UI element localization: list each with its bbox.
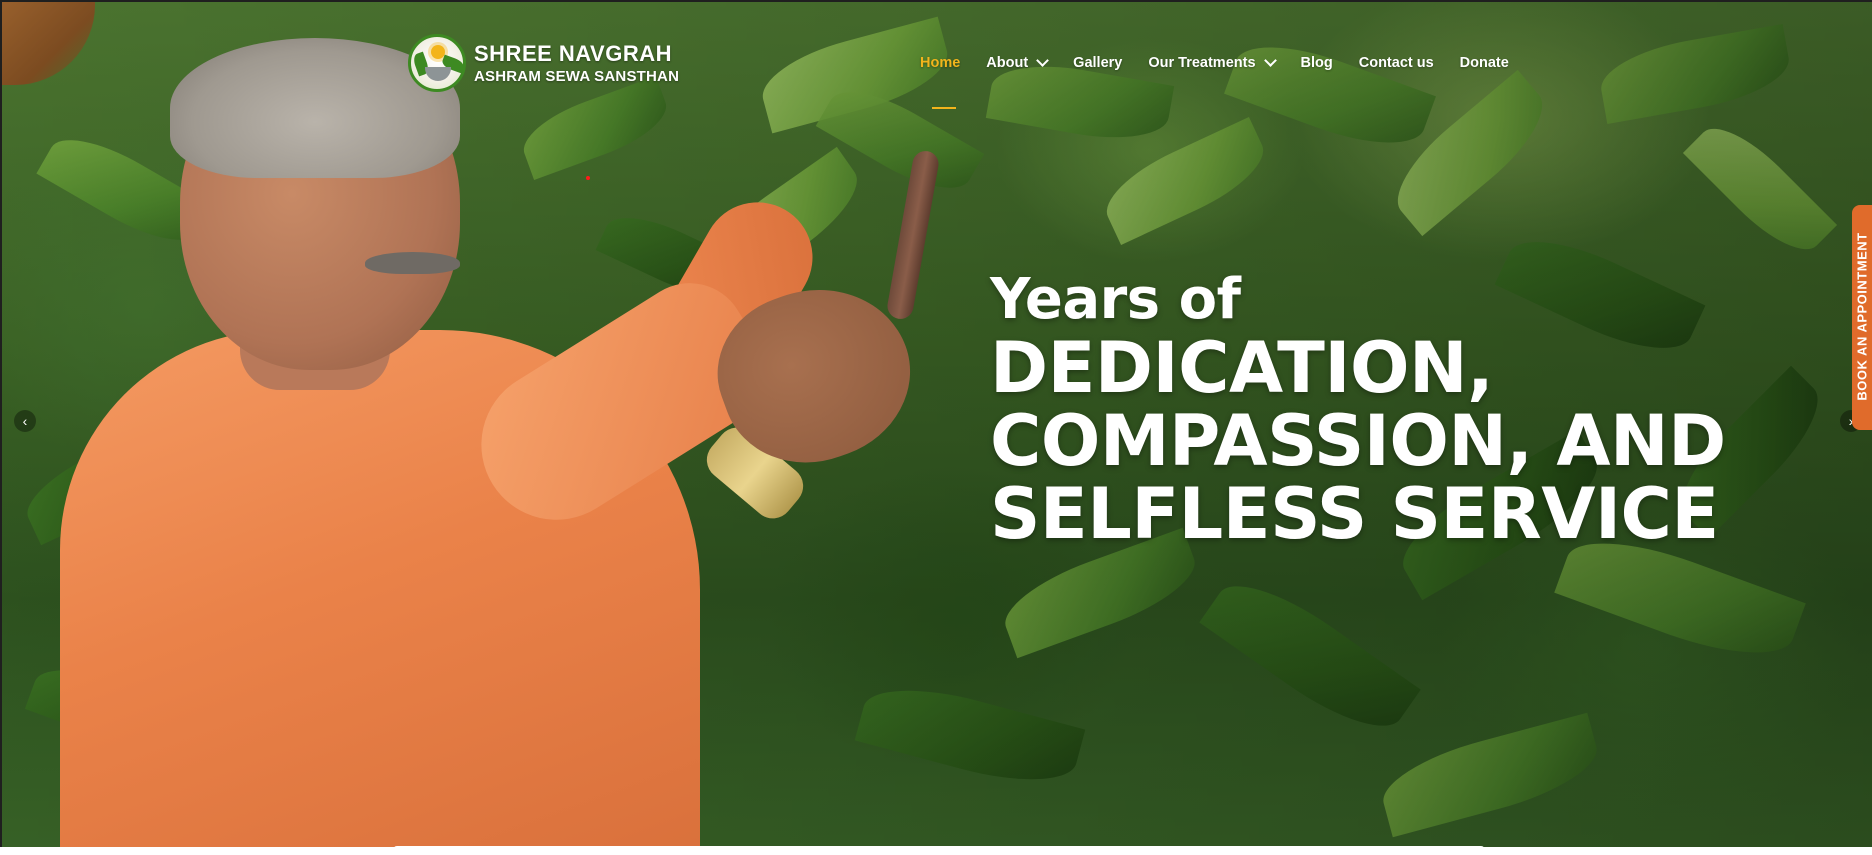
site-logo[interactable]: SHREE NAVGRAH ASHRAM SEWA SANSTHAN xyxy=(408,34,679,92)
frame-border-left xyxy=(0,0,2,855)
frame-border-top xyxy=(0,0,1872,2)
page: SHREE NAVGRAH ASHRAM SEWA SANSTHAN Home … xyxy=(0,0,1872,855)
nav-item-home[interactable]: Home xyxy=(920,55,961,109)
nav-item-label: Contact us xyxy=(1358,55,1434,71)
hero-heading-small: Years of xyxy=(990,267,1241,332)
nav-item-label: About xyxy=(986,55,1029,71)
nav-item-blog[interactable]: Blog xyxy=(1301,55,1333,71)
nav-item-label: Donate xyxy=(1459,55,1509,71)
hero-headline: Years of DEDICATION, COMPASSION, AND SEL… xyxy=(990,268,1726,551)
book-appointment-tab[interactable]: BOOK AN APPOINTMENT xyxy=(1852,205,1872,430)
chevron-left-icon: ‹ xyxy=(22,413,28,429)
nav-item-about[interactable]: About xyxy=(986,54,1050,71)
hero-heading-line1: DEDICATION, xyxy=(990,327,1494,409)
nav-item-our-treatments[interactable]: Our Treatments xyxy=(1148,54,1277,71)
content-card-top-edge xyxy=(393,846,1485,855)
nav-item-label: Home xyxy=(920,55,961,71)
logo-text: SHREE NAVGRAH ASHRAM SEWA SANSTHAN xyxy=(474,40,680,85)
nav-item-label: Gallery xyxy=(1073,55,1123,71)
nav-item-gallery[interactable]: Gallery xyxy=(1073,55,1122,71)
hero-person-photo xyxy=(0,0,941,855)
nav-item-donate[interactable]: Donate xyxy=(1460,55,1509,71)
nav-item-label: Blog xyxy=(1300,55,1333,71)
slider-prev-button[interactable]: ‹ xyxy=(14,410,36,432)
nav-item-contact-us[interactable]: Contact us xyxy=(1359,55,1434,71)
logo-subtitle: ASHRAM SEWA SANSTHAN xyxy=(474,67,680,85)
main-navigation: Home About Gallery Our Treatments Blog C… xyxy=(920,54,1535,109)
hero-heading-line2: COMPASSION, AND xyxy=(990,400,1726,482)
chevron-down-icon xyxy=(1036,54,1050,67)
chevron-down-icon xyxy=(1263,54,1277,67)
book-appointment-label: BOOK AN APPOINTMENT xyxy=(1854,232,1870,401)
active-underline xyxy=(932,107,956,109)
logo-title: SHREE NAVGRAH xyxy=(474,40,673,66)
nav-item-label: Our Treatments xyxy=(1148,55,1256,71)
hero-heading-line3: SELFLESS SERVICE xyxy=(990,473,1719,555)
logo-emblem-icon xyxy=(408,34,466,92)
